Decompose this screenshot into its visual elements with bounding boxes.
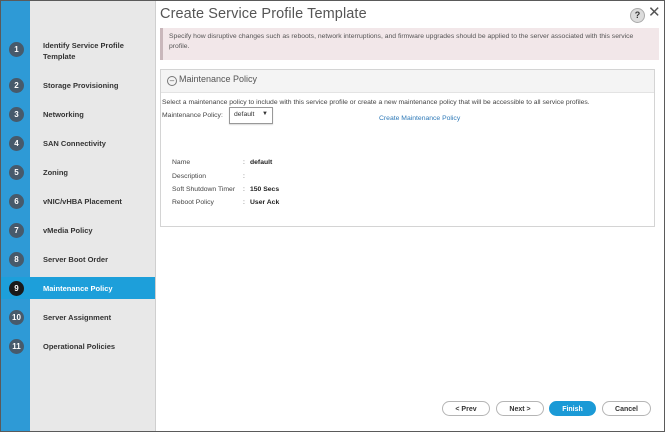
cancel-button[interactable]: Cancel	[602, 401, 651, 416]
wizard-sidebar: 1 Identify Service Profile Template 2 St…	[1, 1, 156, 431]
step-number: 2	[9, 78, 24, 93]
step-number: 7	[9, 223, 24, 238]
step-label: Operational Policies	[43, 342, 116, 351]
step-san-connectivity[interactable]: 4 SAN Connectivity	[1, 132, 155, 154]
detail-key: Soft Shutdown Timer	[172, 186, 236, 193]
step-number: 10	[9, 310, 24, 325]
page-title: Create Service Profile Template	[160, 6, 367, 22]
step-vnic-vhba-placement[interactable]: 6 vNIC/vHBA Placement	[1, 190, 155, 212]
wizard-content: Create Service Profile Template ? ✕ Spec…	[156, 1, 664, 431]
detail-colon: :	[243, 199, 245, 206]
step-number: 5	[9, 165, 24, 180]
close-icon[interactable]: ✕	[648, 5, 662, 21]
step-networking[interactable]: 3 Networking	[1, 103, 155, 125]
step-label: Maintenance Policy	[43, 284, 113, 293]
select-value: default	[234, 111, 255, 118]
help-icon[interactable]: ?	[630, 8, 645, 23]
finish-button[interactable]: Finish	[549, 401, 596, 416]
detail-key: Reboot Policy	[172, 199, 214, 206]
panel-header[interactable]: – Maintenance Policy	[161, 70, 654, 93]
detail-value: 150 Secs	[250, 186, 280, 193]
step-operational-policies[interactable]: 11 Operational Policies	[1, 335, 155, 357]
step-number: 6	[9, 194, 24, 209]
create-maintenance-policy-link[interactable]: Create Maintenance Policy	[379, 115, 460, 122]
collapse-icon[interactable]: –	[167, 76, 177, 86]
banner-text: Specify how disruptive changes such as r…	[169, 33, 634, 50]
step-number: 11	[9, 339, 24, 354]
step-number: 3	[9, 107, 24, 122]
step-label: Storage Provisioning	[43, 81, 119, 90]
step-storage-provisioning[interactable]: 2 Storage Provisioning	[1, 74, 155, 96]
detail-colon: :	[243, 173, 245, 180]
next-button[interactable]: Next >	[496, 401, 544, 416]
panel-description: Select a maintenance policy to include w…	[162, 99, 590, 106]
step-label: Zoning	[43, 168, 68, 177]
maintenance-policy-select[interactable]: default ▼	[229, 107, 273, 124]
step-number: 4	[9, 136, 24, 151]
step-label: Networking	[43, 110, 84, 119]
step-identify-service-profile-template[interactable]: 1 Identify Service Profile Template	[1, 38, 155, 61]
step-label: SAN Connectivity	[43, 139, 106, 148]
step-label: Server Boot Order	[43, 255, 109, 264]
dialog-window: 1 Identify Service Profile Template 2 St…	[0, 0, 665, 432]
step-number: 9	[9, 281, 24, 296]
step-maintenance-policy[interactable]: 9 Maintenance Policy	[1, 277, 155, 299]
panel-title: Maintenance Policy	[179, 74, 258, 84]
maintenance-policy-label: Maintenance Policy:	[162, 112, 223, 119]
sidebar-rail	[1, 1, 30, 431]
detail-key: Name	[172, 159, 191, 166]
step-zoning[interactable]: 5 Zoning	[1, 161, 155, 183]
step-label: vMedia Policy	[43, 226, 93, 235]
step-label: vNIC/vHBA Placement	[43, 197, 122, 206]
step-server-assignment[interactable]: 10 Server Assignment	[1, 306, 155, 328]
step-vmedia-policy[interactable]: 7 vMedia Policy	[1, 219, 155, 241]
detail-key: Description	[172, 173, 206, 180]
prev-button[interactable]: < Prev	[442, 401, 490, 416]
step-number: 1	[9, 42, 24, 57]
step-server-boot-order[interactable]: 8 Server Boot Order	[1, 248, 155, 270]
step-label: Identify Service Profile Template	[43, 41, 124, 61]
detail-value: default	[250, 159, 273, 166]
detail-colon: :	[243, 186, 245, 193]
detail-colon: :	[243, 159, 245, 166]
chevron-down-icon: ▼	[262, 111, 268, 117]
detail-value: User Ack	[250, 199, 280, 206]
step-label: Server Assignment	[43, 313, 112, 322]
info-banner: Specify how disruptive changes such as r…	[160, 28, 659, 60]
step-number: 8	[9, 252, 24, 267]
maintenance-policy-panel: – Maintenance Policy Select a maintenanc…	[160, 69, 655, 227]
